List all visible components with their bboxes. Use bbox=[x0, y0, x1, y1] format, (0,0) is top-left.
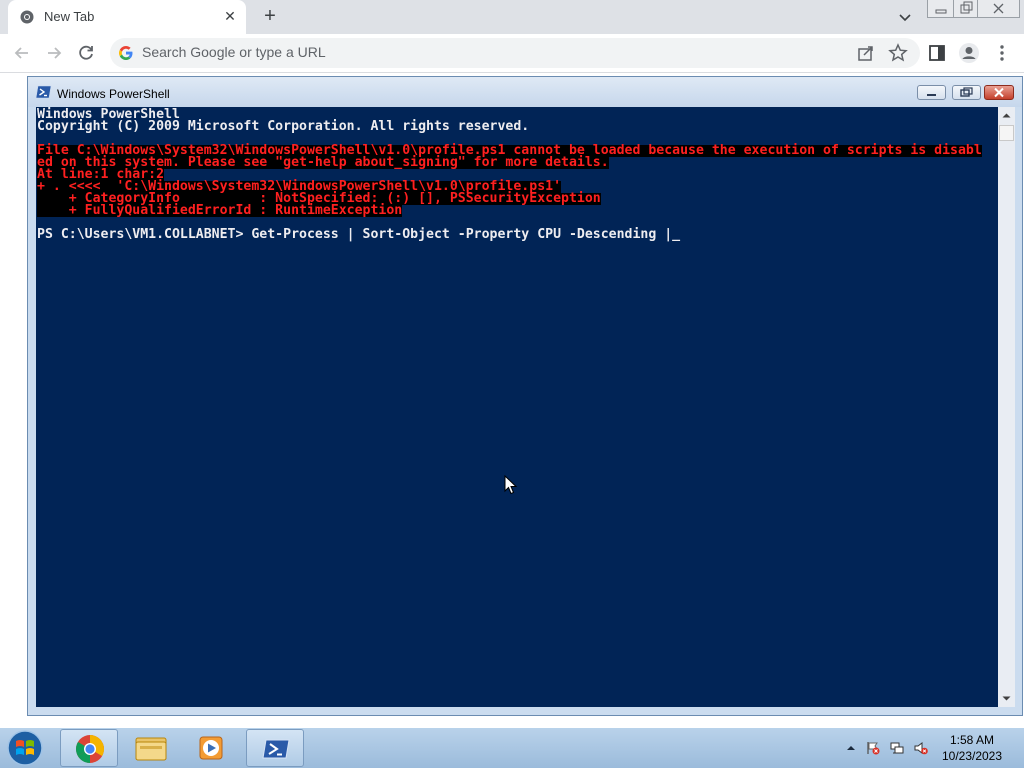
taskbar-media-player[interactable] bbox=[182, 729, 240, 767]
taskbar-clock[interactable]: 1:58 AM 10/23/2023 bbox=[932, 732, 1012, 764]
close-icon bbox=[994, 87, 1004, 98]
media-player-icon bbox=[199, 736, 223, 760]
console-line: PS C:\Users\VM1.COLLABNET> Get-Process |… bbox=[37, 227, 681, 242]
console-scrollbar[interactable] bbox=[998, 107, 1015, 707]
action-center-flag-icon[interactable] bbox=[866, 741, 880, 755]
restore-icon bbox=[960, 1, 973, 14]
powershell-restore-button[interactable] bbox=[952, 85, 981, 100]
back-arrow-icon[interactable] bbox=[11, 42, 33, 64]
minimize-icon bbox=[927, 94, 936, 96]
network-icon[interactable] bbox=[890, 741, 904, 755]
new-tab-button[interactable]: + bbox=[260, 6, 280, 26]
clock-date: 10/23/2023 bbox=[941, 749, 1003, 763]
powershell-titlebar[interactable]: Windows PowerShell bbox=[28, 77, 1022, 107]
tab-new-tab[interactable]: New Tab ✕ bbox=[8, 0, 246, 34]
bookmark-star-icon[interactable] bbox=[887, 42, 909, 64]
powershell-window: Windows PowerShell Windows PowerShell Cop… bbox=[27, 76, 1023, 716]
powershell-window-title: Windows PowerShell bbox=[57, 87, 170, 101]
scroll-down-arrow-icon[interactable] bbox=[998, 690, 1015, 707]
taskbar-chrome[interactable] bbox=[60, 729, 118, 767]
browser-toolbar: Search Google or type a URL bbox=[0, 34, 1024, 73]
powershell-minimize-button[interactable] bbox=[917, 85, 946, 100]
console-line: Copyright (C) 2009 Microsoft Corporation… bbox=[37, 119, 530, 134]
chrome-menu-icon[interactable] bbox=[991, 42, 1013, 64]
reload-icon[interactable] bbox=[75, 42, 97, 64]
taskbar-powershell[interactable] bbox=[246, 729, 304, 767]
window-minimize-button[interactable] bbox=[927, 0, 955, 18]
start-orb-icon[interactable] bbox=[6, 729, 44, 767]
tab-close-icon[interactable]: ✕ bbox=[222, 8, 238, 24]
powershell-console[interactable]: Windows PowerShell Copyright (C) 2009 Mic… bbox=[36, 107, 998, 707]
minimize-icon bbox=[935, 9, 947, 14]
clock-time: 1:58 AM bbox=[949, 733, 995, 747]
google-g-icon bbox=[119, 46, 133, 60]
console-line: + FullyQualifiedErrorId : RuntimeExcepti… bbox=[37, 203, 403, 218]
chrome-favicon-icon bbox=[20, 10, 34, 24]
powershell-close-button[interactable] bbox=[984, 85, 1014, 100]
close-icon bbox=[993, 3, 1004, 14]
powershell-icon bbox=[262, 739, 290, 759]
taskbar-file-explorer[interactable] bbox=[122, 729, 180, 767]
windows-taskbar: 1:58 AM 10/23/2023 bbox=[0, 728, 1024, 768]
restore-icon bbox=[960, 87, 973, 97]
forward-arrow-icon[interactable] bbox=[43, 42, 65, 64]
profile-avatar-icon[interactable] bbox=[958, 42, 980, 64]
tab-title: New Tab bbox=[44, 9, 95, 24]
omnibox-input[interactable]: Search Google or type a URL bbox=[142, 44, 326, 60]
scrollbar-thumb[interactable] bbox=[999, 125, 1014, 141]
omnibox[interactable]: Search Google or type a URL bbox=[110, 38, 920, 68]
folder-icon bbox=[135, 737, 167, 761]
chrome-icon bbox=[76, 735, 104, 763]
side-panel-icon[interactable] bbox=[926, 42, 948, 64]
chrome-tab-strip: New Tab ✕ + bbox=[0, 0, 1024, 34]
volume-muted-icon[interactable] bbox=[914, 741, 928, 755]
mouse-pointer-icon bbox=[504, 475, 518, 495]
tab-search-chevron-icon[interactable] bbox=[896, 8, 914, 26]
window-restore-button[interactable] bbox=[953, 0, 979, 18]
share-icon[interactable] bbox=[855, 42, 877, 64]
window-close-button[interactable] bbox=[977, 0, 1020, 18]
powershell-icon bbox=[36, 85, 52, 99]
scroll-up-arrow-icon[interactable] bbox=[998, 107, 1015, 124]
show-hidden-icons-arrow-icon[interactable] bbox=[844, 741, 858, 755]
